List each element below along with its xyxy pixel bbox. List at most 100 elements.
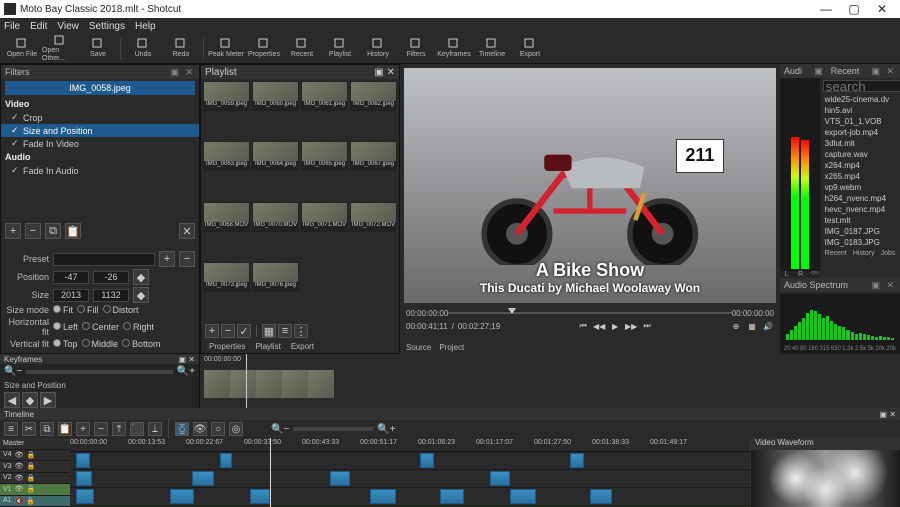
add-filter-button[interactable]: +	[5, 223, 21, 239]
kf-clip[interactable]	[204, 370, 334, 398]
audio-meter-tab[interactable]: Audi	[784, 66, 802, 76]
vfit-middle[interactable]: Middle	[82, 339, 119, 349]
paste-filter-button[interactable]: 📋	[65, 223, 81, 239]
filter-row[interactable]: ✓Crop	[1, 111, 199, 124]
sizemode-distort[interactable]: Distort	[103, 305, 139, 315]
video-preview[interactable]: 211 A Bike Show This Ducati by Michael W…	[404, 68, 776, 303]
close-filter-icon[interactable]: ✕	[179, 223, 195, 239]
preset-add-button[interactable]: +	[159, 251, 175, 267]
timeline-button[interactable]: Timeline	[474, 35, 510, 63]
zoom-button[interactable]: ⊕	[730, 320, 742, 332]
tab-playlist[interactable]: Playlist	[251, 342, 284, 351]
recent-item[interactable]: wide25-cinema.dv	[821, 94, 900, 105]
menu-view[interactable]: View	[57, 21, 79, 32]
keyframes-button[interactable]: Keyframes	[436, 35, 472, 63]
dock-icons[interactable]: ▣ ✕	[170, 67, 195, 78]
clip[interactable]	[220, 453, 232, 468]
grid-button[interactable]: ▦	[746, 320, 758, 332]
rewind-button[interactable]: ◀◀	[593, 320, 605, 332]
kf-prev-button[interactable]: ◀	[4, 392, 20, 408]
clip[interactable]	[76, 471, 92, 486]
filter-row[interactable]: ✓Size and Position	[1, 124, 199, 137]
playlist-item[interactable]: IMG_0070.MOV	[252, 202, 299, 232]
clip[interactable]	[440, 489, 464, 504]
preset-remove-button[interactable]: −	[179, 251, 195, 267]
playlist-remove-button[interactable]: −	[221, 324, 235, 338]
tl-zoom-slider[interactable]	[293, 427, 373, 431]
subtab-recent[interactable]: Recent	[825, 250, 847, 257]
vfit-bottom[interactable]: Bottom	[122, 339, 161, 349]
recent-item[interactable]: vp9.webm	[821, 182, 900, 193]
playlist-list-icon[interactable]: ≡	[278, 324, 292, 338]
pos-y-input[interactable]	[93, 271, 129, 284]
recent-item[interactable]: IMG_0187.JPG	[821, 226, 900, 237]
play-button[interactable]: ▶	[609, 320, 621, 332]
skip-start-button[interactable]: ⏮	[577, 320, 589, 332]
maximize-button[interactable]: ▢	[840, 2, 868, 16]
subtab-jobs[interactable]: Jobs	[881, 250, 896, 257]
playlist-item[interactable]: IMG_0063.jpeg	[203, 141, 250, 171]
track-v1[interactable]: V1👁🔒	[0, 484, 70, 496]
playlist-item[interactable]: IMG_0068.MOV	[203, 202, 250, 232]
tl-split-button[interactable]: ⟘	[148, 422, 162, 436]
scrubber[interactable]: 00:00:00:00 00:00:00:00	[406, 307, 774, 319]
clip[interactable]	[370, 489, 396, 504]
check-icon[interactable]: ✓	[11, 112, 19, 123]
selected-clip[interactable]: IMG_0058.jpeg	[5, 81, 195, 95]
sizemode-fit[interactable]: Fit	[53, 305, 73, 315]
peak-meter-button[interactable]: Peak Meter	[208, 35, 244, 63]
menu-edit[interactable]: Edit	[30, 21, 47, 32]
playlist-dock-icon[interactable]: ▣ ✕	[374, 67, 395, 78]
recent-item[interactable]: capture.wav	[821, 149, 900, 160]
playlist-item[interactable]: IMG_0065.jpeg	[301, 141, 348, 171]
track-v2[interactable]: V2👁🔒	[0, 473, 70, 485]
playlist-add-button[interactable]: +	[205, 324, 219, 338]
subtab-history[interactable]: History	[853, 250, 875, 257]
clip[interactable]	[490, 471, 510, 486]
track-a1[interactable]: A1🔇🔒	[0, 496, 70, 507]
tab-properties[interactable]: Properties	[205, 342, 249, 351]
recent-item[interactable]: h264_nvenc.mp4	[821, 193, 900, 204]
menu-help[interactable]: Help	[135, 21, 156, 32]
tl-overwrite-button[interactable]: ⬛	[130, 422, 144, 436]
clip[interactable]	[192, 471, 214, 486]
open-other-button[interactable]: Open Other...	[42, 35, 78, 63]
hfit-left[interactable]: Left	[53, 322, 78, 332]
clip[interactable]	[590, 489, 612, 504]
hfit-center[interactable]: Center	[82, 322, 119, 332]
recent-item[interactable]: export-job.mp4	[821, 127, 900, 138]
tl-menu-button[interactable]: ≡	[4, 422, 18, 436]
recent-item[interactable]: 3dlut.mlt	[821, 138, 900, 149]
undo-button[interactable]: Undo	[125, 35, 161, 63]
timeline-track-area[interactable]: 00:00:00:0000:00:13:5300:00:22:6700:00:3…	[70, 438, 900, 507]
volume-button[interactable]: 🔊	[762, 320, 774, 332]
redo-button[interactable]: Redo	[163, 35, 199, 63]
playlist-item[interactable]: IMG_0072.MOV	[350, 202, 397, 232]
kf-zoom-slider[interactable]	[26, 370, 172, 374]
tl-lift-button[interactable]: ⤒	[112, 422, 126, 436]
clip[interactable]	[330, 471, 350, 486]
playlist-item[interactable]: IMG_0060.jpeg	[252, 81, 299, 111]
recent-button[interactable]: Recent	[284, 35, 320, 63]
timeline-playhead[interactable]	[270, 438, 271, 507]
properties-button[interactable]: Properties	[246, 35, 282, 63]
check-icon[interactable]: ✓	[11, 165, 19, 176]
playlist-item[interactable]: IMG_0071.MOV	[301, 202, 348, 232]
tl-paste-button[interactable]: 📋	[58, 422, 72, 436]
tl-cut-button[interactable]: ✂	[22, 422, 36, 436]
check-icon[interactable]: ✓	[11, 138, 19, 149]
kf-zoom-in-icon[interactable]: 🔍+	[177, 366, 195, 377]
tl-ripple-all-button[interactable]: ◎	[229, 422, 243, 436]
vfit-top[interactable]: Top	[53, 339, 78, 349]
tl-copy-button[interactable]: ⧉	[40, 422, 54, 436]
playlist-thumbs-icon[interactable]: ▦	[262, 324, 276, 338]
recent-item[interactable]: x265.mp4	[821, 171, 900, 182]
size-h-input[interactable]	[93, 289, 129, 302]
tl-scrub-button[interactable]: 👁	[193, 422, 207, 436]
recent-item[interactable]: VTS_01_1.VOB	[821, 116, 900, 127]
size-keyframe-button[interactable]: ◆	[133, 287, 149, 303]
playlist-item[interactable]: IMG_0064.jpeg	[252, 141, 299, 171]
kf-playhead[interactable]	[246, 354, 247, 408]
playlist-item[interactable]: IMG_0076.jpeg	[252, 262, 299, 292]
history-button[interactable]: History	[360, 35, 396, 63]
